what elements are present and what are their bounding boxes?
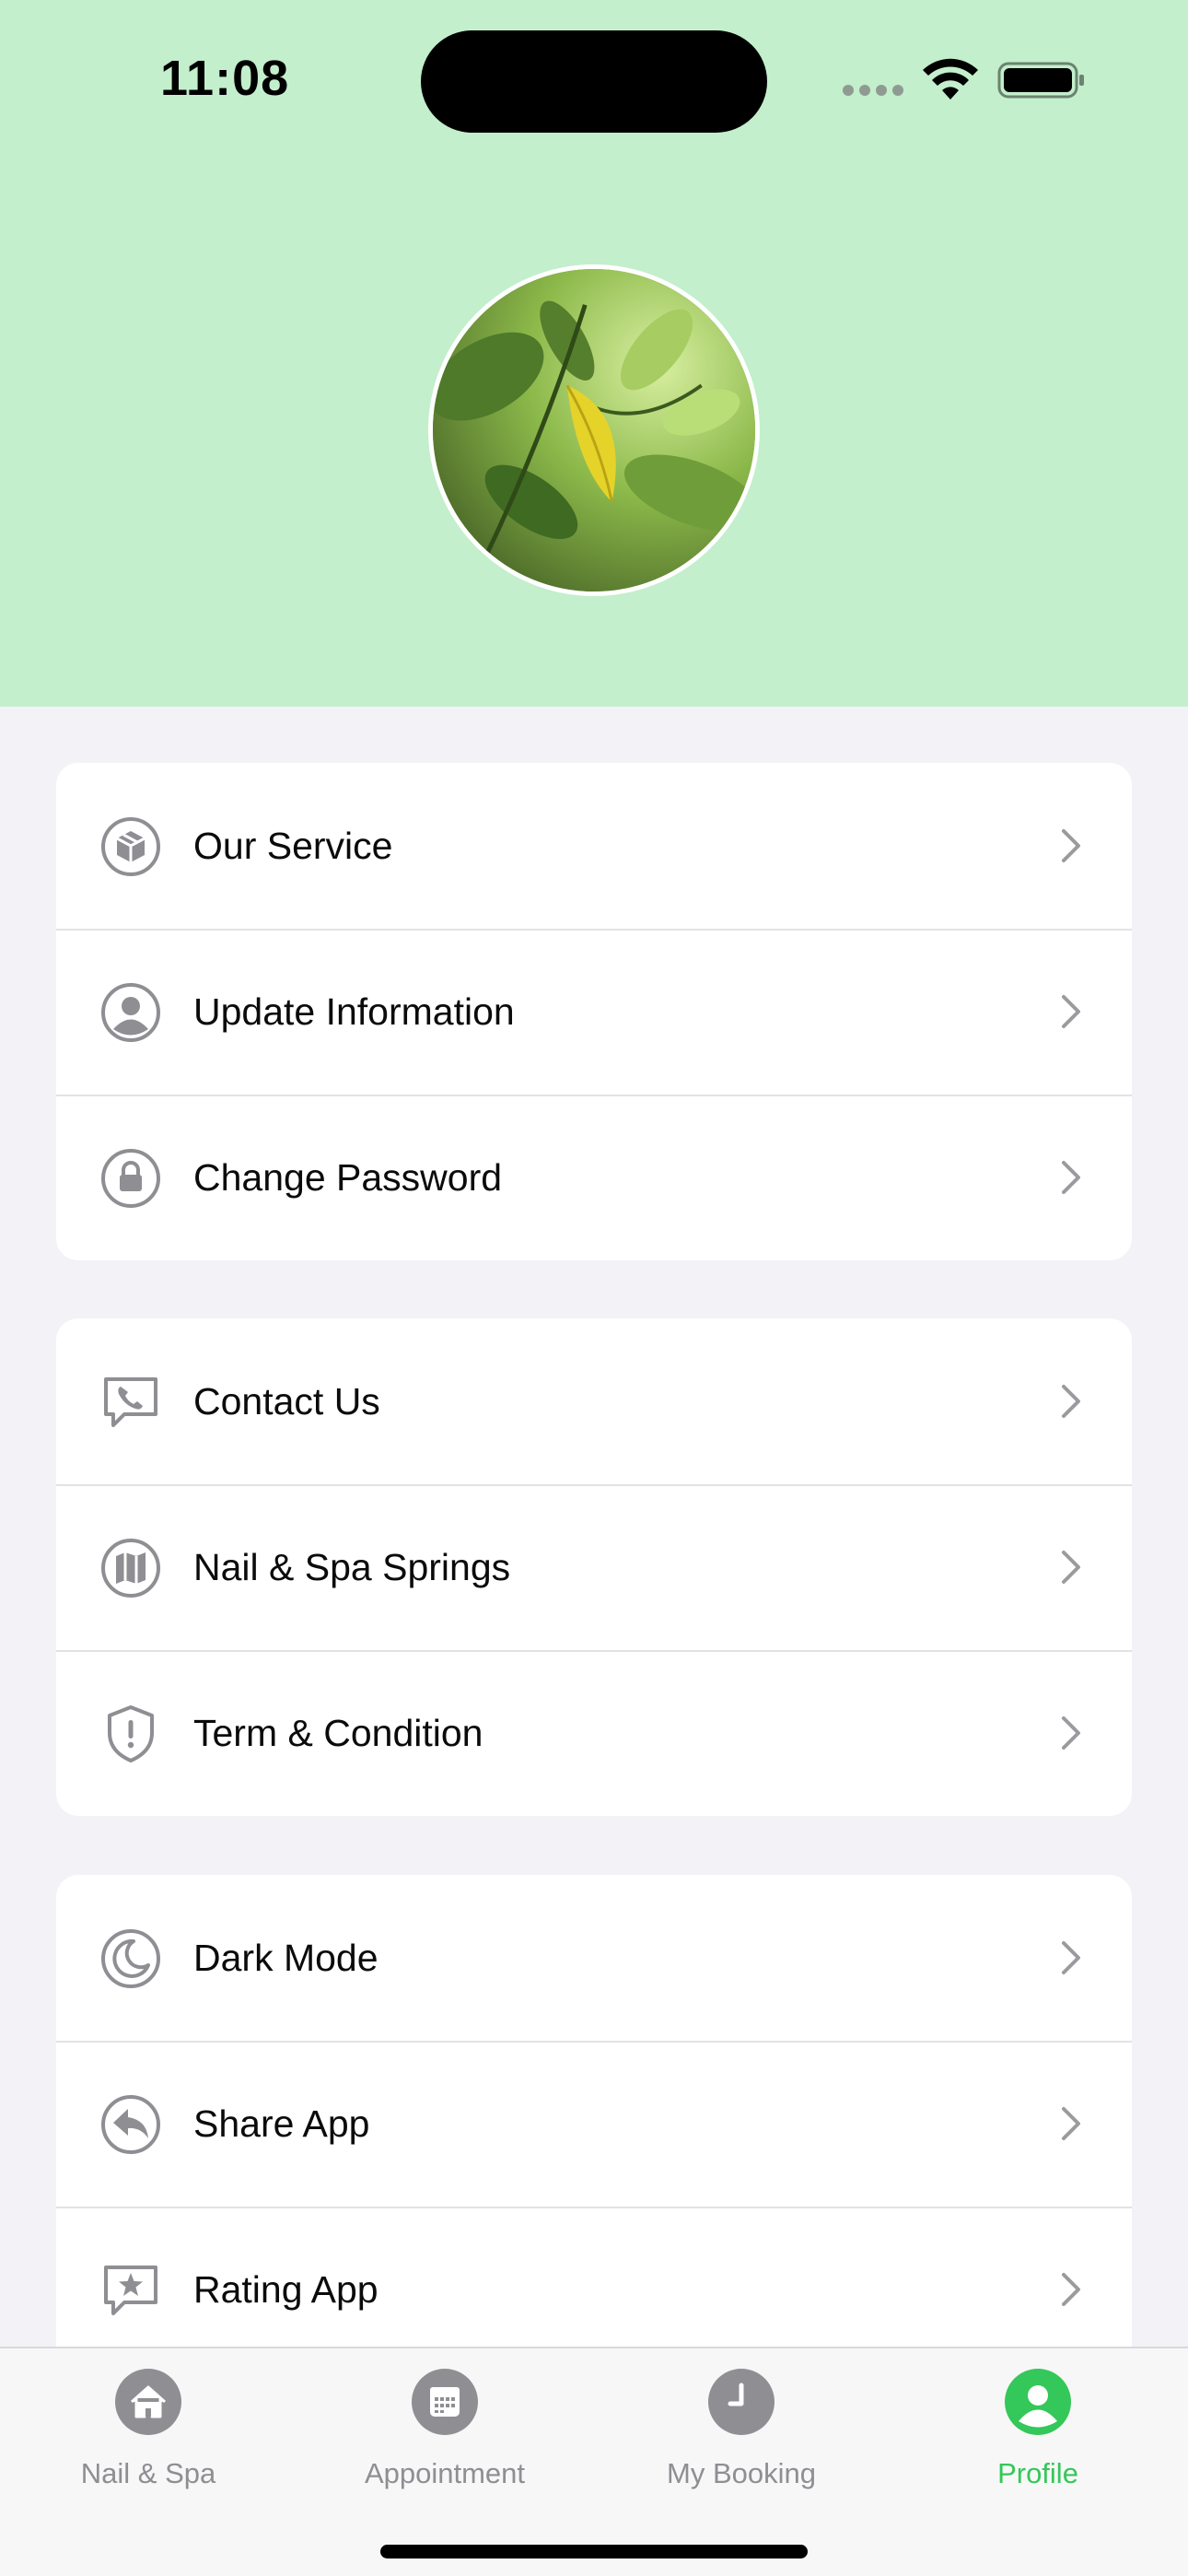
tab-label: Nail & Spa	[80, 2457, 216, 2489]
phone-bubble-icon	[100, 1372, 161, 1433]
chevron-right-icon	[1051, 2269, 1091, 2310]
menu-item-label: Share App	[193, 2102, 370, 2145]
menu-item-label: Term & Condition	[193, 1712, 483, 1754]
tab-bar: Nail & Spa Appointment My Booking Profil…	[0, 2347, 1188, 2576]
menu-group-info: Contact Us Nail & Spa Springs Term & Con…	[56, 1318, 1132, 1816]
clock-icon	[708, 2369, 775, 2435]
chevron-right-icon	[1051, 1713, 1091, 1753]
home-indicator	[380, 2545, 808, 2558]
avatar-image	[433, 269, 755, 591]
lock-icon	[100, 1148, 161, 1209]
moon-icon	[100, 1928, 161, 1989]
menu-item-nail-spa-springs[interactable]: Nail & Spa Springs	[56, 1484, 1132, 1650]
cellular-signal-icon	[843, 85, 905, 98]
chevron-right-icon	[1051, 2103, 1091, 2144]
tab-profile[interactable]: Profile	[890, 2348, 1186, 2514]
tab-label: My Booking	[667, 2457, 816, 2489]
profile-header: 11:08	[0, 0, 1188, 707]
menu-item-label: Contact Us	[193, 1380, 380, 1423]
menu-item-change-password[interactable]: Change Password	[56, 1095, 1132, 1260]
menu-item-label: Nail & Spa Springs	[193, 1546, 511, 1588]
share-arrow-icon	[100, 2094, 161, 2155]
menu-item-our-service[interactable]: Our Service	[56, 763, 1132, 929]
chevron-right-icon	[1051, 1157, 1091, 1198]
map-icon	[100, 1538, 161, 1598]
status-bar: 11:08	[0, 0, 1188, 157]
shield-exclamation-icon	[100, 1704, 161, 1764]
chevron-right-icon	[1051, 825, 1091, 866]
menu-group-account: Our Service Update Information Change Pa…	[56, 763, 1132, 1260]
house-icon	[115, 2369, 181, 2435]
tab-appointment[interactable]: Appointment	[297, 2348, 593, 2514]
star-bubble-icon	[100, 2260, 161, 2321]
tab-label: Appointment	[364, 2457, 526, 2489]
battery-icon	[997, 61, 1086, 100]
menu-item-label: Change Password	[193, 1156, 503, 1199]
tab-my-booking[interactable]: My Booking	[593, 2348, 890, 2514]
menu-item-label: Our Service	[193, 825, 393, 867]
menu-item-term-condition[interactable]: Term & Condition	[56, 1650, 1132, 1816]
menu-item-dark-mode[interactable]: Dark Mode	[56, 1875, 1132, 2041]
box-icon	[100, 816, 161, 877]
chevron-right-icon	[1051, 1381, 1091, 1422]
menu-item-label: Dark Mode	[193, 1937, 379, 1979]
chevron-right-icon	[1051, 1938, 1091, 1978]
person-circle-icon	[100, 982, 161, 1043]
person-icon	[1005, 2369, 1071, 2435]
wifi-icon	[921, 57, 980, 101]
menu-item-contact-us[interactable]: Contact Us	[56, 1318, 1132, 1484]
tab-nail-spa[interactable]: Nail & Spa	[0, 2348, 297, 2514]
tab-label: Profile	[997, 2457, 1078, 2489]
menu-item-update-information[interactable]: Update Information	[56, 929, 1132, 1095]
dynamic-island	[421, 30, 767, 133]
menu-group-app: Dark Mode Share App Rating App	[56, 1875, 1132, 2372]
menu-item-share-app[interactable]: Share App	[56, 2041, 1132, 2207]
chevron-right-icon	[1051, 1547, 1091, 1587]
status-time: 11:08	[160, 51, 290, 106]
chevron-right-icon	[1051, 991, 1091, 1032]
profile-avatar[interactable]	[428, 264, 760, 596]
menu-item-label: Update Information	[193, 990, 515, 1033]
calendar-icon	[412, 2369, 478, 2435]
